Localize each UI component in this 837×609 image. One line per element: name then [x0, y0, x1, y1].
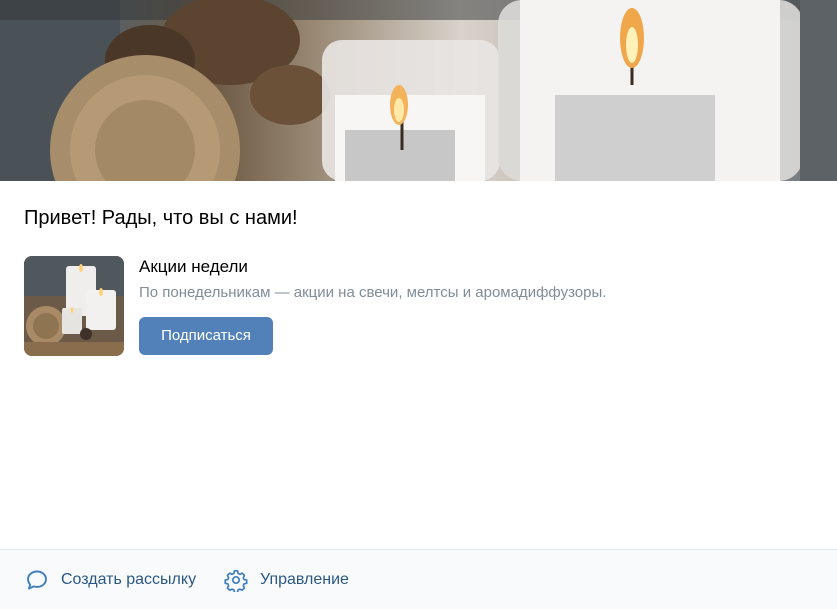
subscription-thumbnail[interactable] — [24, 256, 124, 356]
chat-bubble-icon — [25, 568, 49, 592]
manage-action[interactable]: Управление — [224, 550, 349, 609]
subscribe-button[interactable]: Подписаться — [139, 317, 273, 355]
widget-footer: Создать рассылку Управление — [0, 549, 837, 609]
subscription-title: Акции недели — [139, 257, 248, 276]
community-widget: Привет! Рады, что вы с нами! Акции недел… — [0, 0, 837, 609]
greeting-text: Привет! Рады, что вы с нами! — [24, 207, 298, 229]
candles-thumbnail-illustration — [24, 256, 124, 356]
subscription-description: По понедельникам — акции на свечи, мелтс… — [139, 284, 607, 301]
gear-icon — [224, 568, 248, 593]
candles-illustration — [0, 0, 837, 181]
create-newsletter-label: Создать рассылку — [61, 570, 197, 588]
cover-image — [0, 0, 837, 181]
create-newsletter-action[interactable]: Создать рассылку — [25, 550, 196, 609]
manage-label: Управление — [260, 570, 349, 588]
